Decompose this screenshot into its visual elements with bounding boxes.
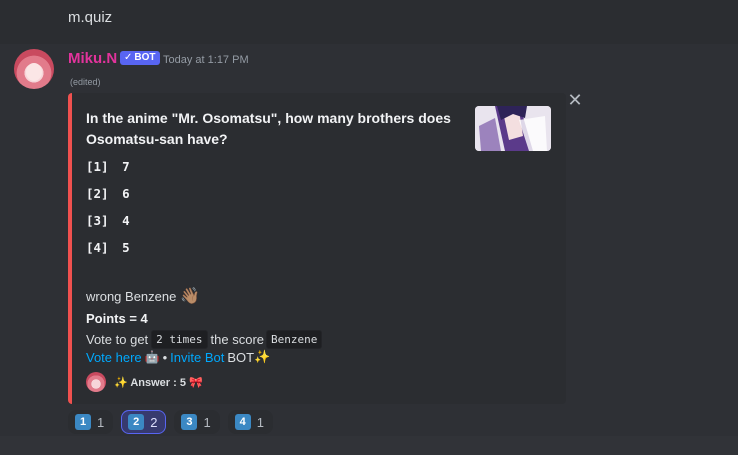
- sparkles-icon: ✨: [254, 349, 271, 364]
- edited-label: (edited): [70, 77, 101, 87]
- username[interactable]: Miku.N: [68, 50, 117, 67]
- choice-3: [3] 4: [86, 213, 130, 228]
- choice-2: [2] 6: [86, 186, 130, 201]
- bottom-bar: [0, 436, 738, 455]
- links-line: Vote here 🤖 • Invite Bot BOT ✨: [86, 349, 270, 365]
- reaction-1[interactable]: 1 1: [68, 410, 114, 434]
- result-line: wrong Benzene 👋🏽: [86, 286, 200, 306]
- choice-label: [2]: [86, 186, 109, 201]
- waving-hand-icon: 👋🏽: [180, 288, 201, 305]
- reaction-count: 1: [256, 414, 264, 430]
- bot-tag-label: BOT: [134, 52, 156, 63]
- reaction-2[interactable]: 2 2: [121, 410, 167, 434]
- choice-value: 6: [122, 186, 130, 201]
- vote-line: Vote to get 2 times the score Benzene: [86, 330, 323, 349]
- anime-character-image: [475, 106, 551, 151]
- choice-1: [1] 7: [86, 159, 130, 174]
- keycap-3-icon: 3: [181, 414, 198, 430]
- choice-value: 7: [122, 159, 130, 174]
- previous-message-text: m.quiz: [68, 9, 113, 26]
- choice-label: [4]: [86, 240, 109, 255]
- quiz-question: In the anime "Mr. Osomatsu", how many br…: [86, 110, 451, 147]
- footer-avatar-icon: [86, 372, 106, 392]
- reaction-4[interactable]: 4 1: [227, 410, 273, 434]
- bot-tag: ✓ BOT: [120, 51, 160, 65]
- embed-thumbnail[interactable]: [475, 106, 551, 151]
- reaction-3[interactable]: 3 1: [174, 410, 220, 434]
- choice-label: [3]: [86, 213, 109, 228]
- keycap-2-icon: 2: [128, 414, 145, 430]
- bot-text: BOT: [227, 349, 255, 365]
- previous-message: m.quiz: [0, 0, 738, 44]
- vote-prefix: Vote to get: [86, 332, 149, 347]
- vote-here-link[interactable]: Vote here: [86, 350, 142, 365]
- close-icon[interactable]: ✕: [567, 91, 583, 109]
- embed-footer: ✨ Answer : 5 🎀: [86, 372, 203, 392]
- timestamp: Today at 1:17 PM: [163, 54, 249, 66]
- keycap-1-icon: 1: [75, 414, 91, 430]
- reaction-count: 1: [203, 414, 211, 430]
- reaction-count: 1: [97, 414, 105, 430]
- points-text: Points = 4: [86, 311, 148, 326]
- choice-value: 4: [122, 213, 130, 228]
- choice-4: [4] 5: [86, 240, 130, 255]
- result-text: wrong Benzene: [86, 288, 177, 304]
- avatar[interactable]: [14, 49, 54, 89]
- footer-text: ✨ Answer : 5 🎀: [114, 376, 203, 389]
- check-icon: ✓: [124, 52, 133, 63]
- reactions-bar: 1 1 2 2 3 1 4 1: [68, 410, 273, 434]
- vote-code: 2 times: [151, 330, 208, 349]
- quiz-embed: In the anime "Mr. Osomatsu", how many br…: [68, 93, 566, 404]
- vote-code-2: Benzene: [266, 330, 323, 349]
- invite-bot-link[interactable]: Invite Bot: [170, 350, 224, 365]
- choice-label: [1]: [86, 159, 109, 174]
- separator: •: [162, 349, 168, 365]
- vote-middle: the score: [210, 332, 265, 347]
- reaction-count: 2: [150, 414, 158, 430]
- keycap-4-icon: 4: [234, 414, 251, 430]
- choice-value: 5: [122, 240, 130, 255]
- robot-icon: 🤖: [144, 350, 160, 364]
